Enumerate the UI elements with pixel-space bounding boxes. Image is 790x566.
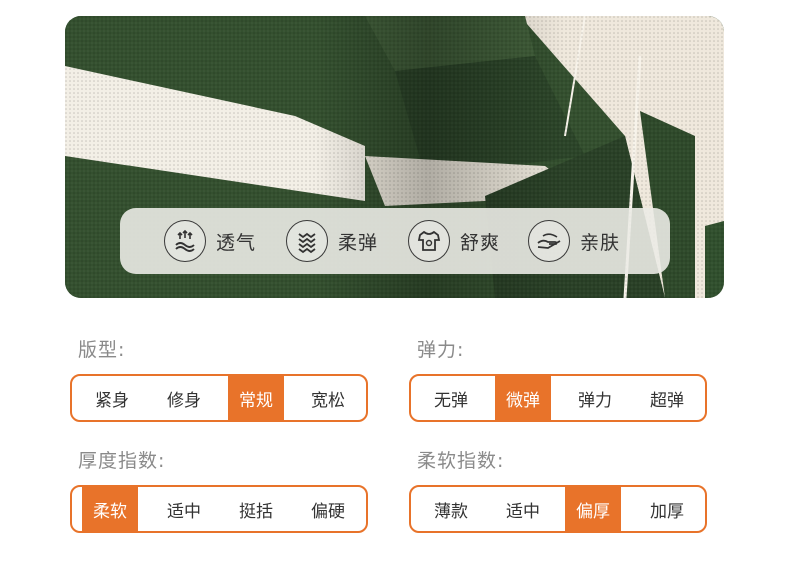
stretch-wave-icon: [286, 220, 328, 262]
option-slim[interactable]: 修身: [156, 376, 212, 420]
option-stretch[interactable]: 弹力: [567, 376, 623, 420]
option-loose[interactable]: 宽松: [300, 376, 356, 420]
option-thick[interactable]: 加厚: [639, 487, 695, 531]
option-stiff[interactable]: 挺括: [228, 487, 284, 531]
thickness-group: 厚度指数: 柔软 适中 挺括 偏硬: [70, 448, 368, 533]
feature-label: 透气: [216, 231, 257, 254]
fit-options: 紧身 修身 常规 宽松: [70, 374, 368, 422]
group-title: 厚度指数:: [78, 450, 166, 472]
tshirt-icon: [408, 220, 450, 262]
option-medium[interactable]: 适中: [495, 487, 551, 531]
option-regular[interactable]: 常规: [228, 376, 284, 420]
option-soft[interactable]: 柔软: [82, 487, 138, 531]
elasticity-group: 弹力: 无弹 微弹 弹力 超弹: [409, 337, 707, 422]
feature-label: 舒爽: [460, 231, 501, 254]
softness-group: 柔软指数: 薄款 适中 偏厚 加厚: [409, 448, 707, 533]
option-thickish[interactable]: 偏厚: [565, 487, 621, 531]
option-tight[interactable]: 紧身: [84, 376, 140, 420]
thickness-options: 柔软 适中 挺括 偏硬: [70, 485, 368, 533]
option-hard[interactable]: 偏硬: [300, 487, 356, 531]
fit-group: 版型: 紧身 修身 常规 宽松: [70, 337, 368, 422]
softness-options: 薄款 适中 偏厚 加厚: [409, 485, 707, 533]
elasticity-options: 无弹 微弹 弹力 超弹: [409, 374, 707, 422]
feature-breathable: 透气: [164, 220, 257, 262]
airflow-icon: [164, 220, 206, 262]
feature-strip: 透气 柔弹 舒爽 亲肤: [120, 208, 670, 274]
option-slight-stretch[interactable]: 微弹: [495, 376, 551, 420]
option-super-stretch[interactable]: 超弹: [639, 376, 695, 420]
feature-label: 柔弹: [338, 231, 379, 254]
group-title: 版型:: [78, 339, 126, 361]
option-no-stretch[interactable]: 无弹: [423, 376, 479, 420]
feature-skin-friendly: 亲肤: [528, 220, 621, 262]
option-thin[interactable]: 薄款: [423, 487, 479, 531]
feature-cool: 舒爽: [408, 220, 501, 262]
feature-label: 亲肤: [580, 231, 621, 254]
skin-hand-icon: [528, 220, 570, 262]
group-title: 弹力:: [417, 339, 465, 361]
option-medium[interactable]: 适中: [156, 487, 212, 531]
feature-elastic: 柔弹: [286, 220, 379, 262]
group-title: 柔软指数:: [417, 450, 505, 472]
